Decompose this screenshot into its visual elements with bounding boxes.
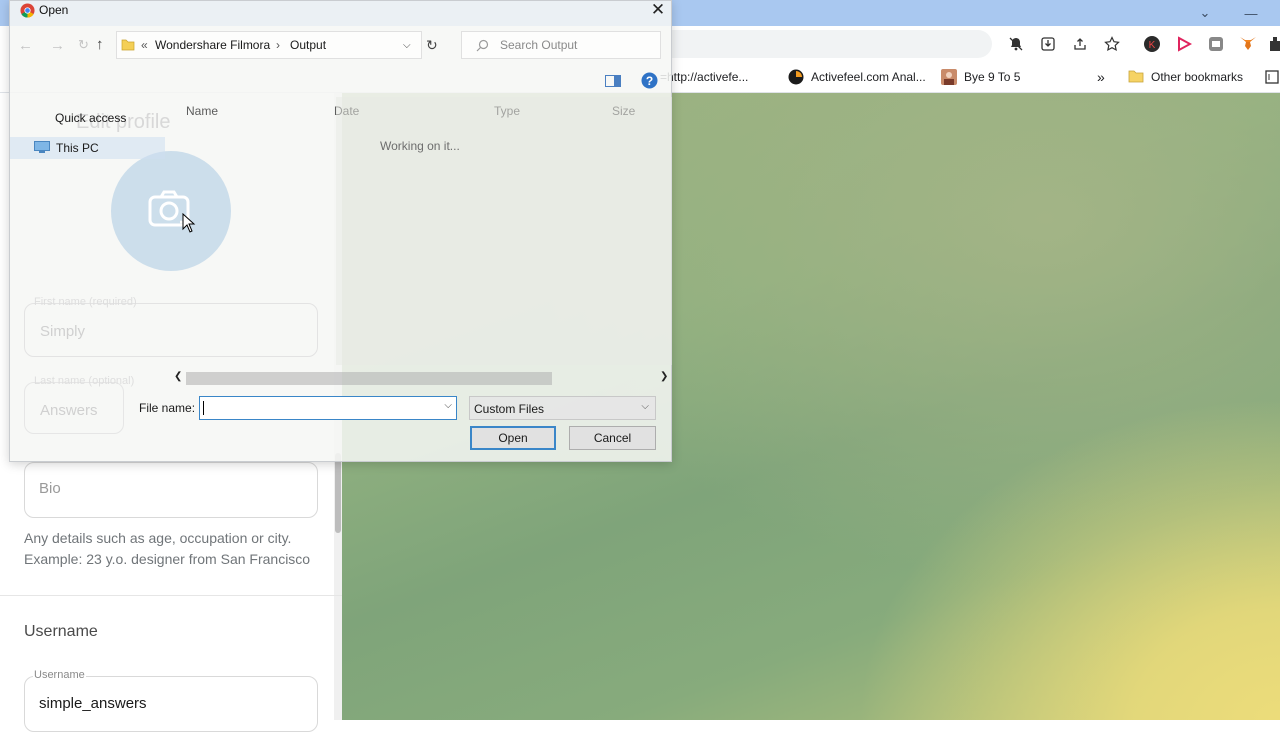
bell-muted-icon[interactable] [1006, 34, 1026, 54]
back-arrow-icon[interactable]: ← [18, 37, 33, 54]
chevron-down-icon: ⌵ [641, 401, 649, 412]
bookmark-label: Activefeel.com Anal... [811, 70, 926, 84]
username-section-title: Username [24, 623, 98, 640]
scroll-right-icon[interactable]: ❯ [660, 371, 668, 382]
open-file-dialog: Edit profile First name (required) Simpl… [9, 0, 672, 462]
bio-placeholder: Bio [39, 480, 61, 497]
bookmark-item[interactable]: Other bookmarks [1128, 68, 1243, 86]
star-bookmark-icon[interactable] [1102, 34, 1122, 54]
dialog-search-input[interactable]: Search Output [461, 31, 661, 59]
navigation-pane: Quick access This PC [10, 97, 336, 397]
file-list[interactable] [336, 97, 672, 365]
bio-hint-line: Any details such as age, occupation or c… [24, 530, 292, 546]
activefeel-icon [788, 69, 804, 85]
path-overflow[interactable]: « [141, 38, 148, 52]
bookmark-item[interactable]: =http://activefe... [660, 68, 748, 86]
dialog-title: Open [39, 3, 69, 17]
svg-text:K: K [1149, 40, 1156, 51]
dialog-close-button[interactable]: ✕ [646, 1, 670, 21]
address-dropdown-icon[interactable]: ⌵ [403, 40, 411, 51]
up-arrow-icon[interactable]: ↑ [96, 36, 104, 53]
extension-k-icon[interactable]: K [1142, 34, 1162, 54]
cancel-button[interactable]: Cancel [569, 426, 656, 450]
chrome-logo-icon [20, 3, 35, 18]
dialog-titlebar: Open ✕ [10, 1, 671, 21]
text-caret [203, 401, 204, 415]
username-label: Username [33, 669, 86, 681]
reading-list-icon[interactable] [1265, 68, 1279, 86]
preview-pane-icon[interactable] [605, 75, 621, 87]
extension-play-icon[interactable] [1174, 34, 1194, 54]
bookmarks-overflow-button[interactable]: » [1097, 68, 1105, 86]
metamask-fox-icon[interactable] [1238, 34, 1258, 54]
breadcrumb-separator-icon: › [276, 38, 280, 52]
computer-icon [34, 141, 50, 153]
file-type-value: Custom Files [474, 402, 545, 416]
loading-status: Working on it... [380, 139, 460, 153]
bookmark-label: =http://activefe... [660, 70, 749, 84]
overflow-chevron-icon: » [1097, 69, 1105, 85]
scroll-left-icon[interactable]: ❮ [174, 371, 182, 382]
search-icon [476, 39, 489, 52]
bookmark-label: Other bookmarks [1151, 70, 1244, 84]
extension-sb-icon[interactable] [1206, 34, 1226, 54]
breadcrumb-item[interactable]: Output [290, 38, 326, 52]
username-value: simple_answers [39, 695, 147, 712]
extensions-puzzle-icon[interactable] [1266, 34, 1280, 54]
section-divider [0, 595, 342, 596]
dialog-address-bar[interactable]: « Wondershare Filmora › Output ⌵ [116, 31, 422, 59]
bio-hint: Any details such as age, occupation or c… [24, 528, 310, 570]
download-icon[interactable] [1038, 34, 1058, 54]
last-name-value: Answers [40, 402, 98, 419]
bookmark-label: Bye 9 To 5 [964, 70, 1021, 84]
bookmark-item[interactable]: Bye 9 To 5 [941, 68, 1020, 86]
bio-field[interactable]: Bio [24, 462, 318, 518]
minimize-button[interactable]: — [1228, 0, 1274, 26]
nav-this-pc: This PC [56, 141, 99, 155]
file-type-select[interactable]: Custom Files ⌵ [469, 396, 656, 420]
svg-text:?: ? [646, 74, 653, 88]
address-bar[interactable] [672, 30, 992, 58]
search-placeholder: Search Output [500, 38, 578, 52]
nav-this-pc-row[interactable]: This PC [10, 137, 165, 159]
username-field[interactable]: Username simple_answers [24, 669, 318, 732]
person-icon [941, 69, 957, 85]
file-name-label: File name: [139, 401, 196, 415]
nav-quick-access[interactable]: Quick access [55, 111, 126, 125]
hscroll-thumb[interactable] [186, 372, 552, 385]
bio-hint-line: Example: 23 y.o. designer from San Franc… [24, 551, 311, 567]
share-icon[interactable] [1070, 34, 1090, 54]
open-button[interactable]: Open [470, 426, 556, 450]
file-list-hscrollbar[interactable]: ❮ ❯ [170, 371, 670, 387]
bookmark-item[interactable]: Activefeel.com Anal... [788, 68, 926, 86]
column-name[interactable]: Name [186, 104, 218, 118]
forward-arrow-icon[interactable]: → [50, 37, 65, 54]
folder-icon [1128, 69, 1144, 85]
tab-search-chevron-icon[interactable]: ⌄ [1182, 0, 1228, 26]
mouse-cursor-icon [182, 213, 196, 233]
file-name-dropdown-icon[interactable]: ⌵ [444, 400, 452, 411]
file-name-input[interactable]: ⌵ [199, 396, 457, 420]
breadcrumb-item[interactable]: Wondershare Filmora [155, 38, 270, 52]
folder-icon [121, 39, 135, 51]
help-icon[interactable]: ? [641, 72, 658, 89]
recent-dropdown-icon[interactable]: ↻ [78, 37, 89, 53]
refresh-icon[interactable]: ↻ [426, 37, 438, 54]
